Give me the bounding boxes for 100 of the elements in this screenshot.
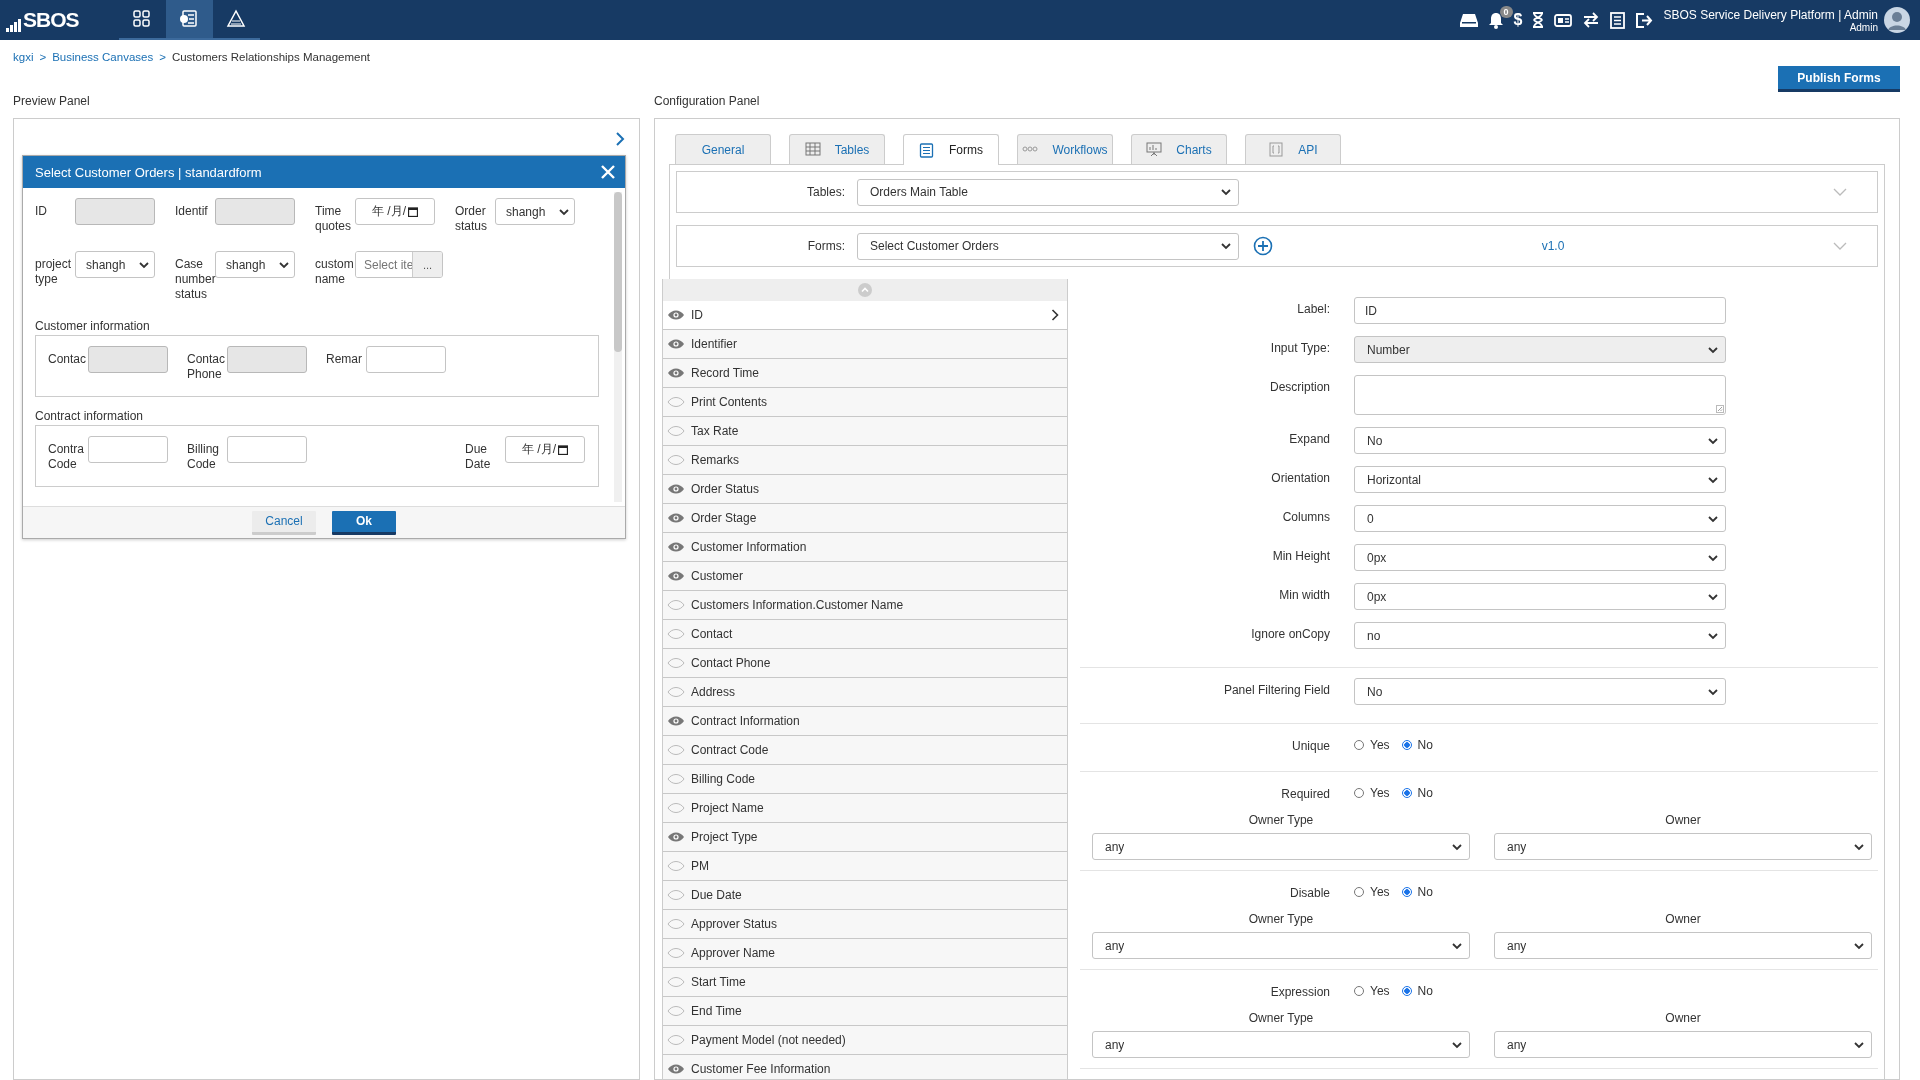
dropdown[interactable]: any [1494, 833, 1872, 860]
input-field[interactable]: ID [1354, 297, 1726, 324]
column-heading: Owner [1665, 912, 1701, 926]
field-label: Min width [1278, 587, 1330, 602]
radio-option[interactable]: Yes [1354, 738, 1390, 752]
tab[interactable]: Workflows [1017, 134, 1113, 164]
radio-option[interactable]: Yes [1354, 885, 1390, 899]
radio-option[interactable]: No [1401, 885, 1433, 899]
tab[interactable]: Tables [789, 134, 885, 164]
dropdown[interactable]: any [1092, 833, 1470, 860]
field-label: ID [35, 203, 48, 219]
field-label: custom name [315, 256, 353, 287]
dropdown[interactable]: shangh [75, 251, 155, 278]
field-label: Label: [1296, 301, 1330, 316]
radio-option[interactable]: No [1401, 984, 1433, 998]
dropdown[interactable]: 0px [1354, 544, 1726, 571]
chevron-right-icon [614, 131, 626, 147]
browse-button[interactable]: ... [412, 252, 442, 277]
field-label: Order status [455, 203, 488, 234]
chevron-down-icon [1220, 186, 1232, 198]
field-label: project type [35, 256, 73, 287]
field-label: Remar [326, 351, 363, 367]
calendar-icon [558, 444, 568, 455]
tab[interactable]: Charts [1131, 134, 1227, 164]
radio-option[interactable]: Yes [1354, 984, 1390, 998]
table-icon [804, 142, 821, 157]
section-title: Customer information [35, 319, 151, 333]
field-label: Unique [1290, 738, 1330, 753]
breadcrumb-current: Customers Relationships Management [171, 51, 371, 65]
field-label: Due Date [465, 441, 492, 472]
dropdown[interactable]: Orders Main Table [857, 178, 1239, 206]
dropdown[interactable]: any [1494, 1031, 1872, 1058]
swap-icon [1582, 12, 1601, 28]
dropdown[interactable]: any [1092, 932, 1470, 959]
field-label: Expression [1269, 984, 1330, 999]
dropdown[interactable]: 0 [1354, 505, 1726, 532]
dropdown[interactable]: No [1354, 678, 1726, 705]
resize-grip-icon [1716, 405, 1724, 413]
dropdown[interactable]: any [1092, 1031, 1470, 1058]
field-label: Expand [1288, 431, 1330, 446]
calendar-icon [408, 206, 418, 217]
card-icon [1554, 12, 1573, 28]
field-label: Panel Filtering Field [1222, 682, 1330, 697]
dropdown[interactable]: any [1494, 932, 1872, 959]
tab[interactable]: Forms [903, 134, 999, 165]
currency-icon[interactable]: $ [1513, 11, 1523, 29]
breadcrumb-separator: > [159, 51, 166, 65]
bracket-icon [1268, 142, 1285, 157]
input-field[interactable] [88, 346, 168, 373]
tab[interactable]: API [1245, 134, 1341, 164]
column-heading: Owner [1665, 813, 1701, 827]
field-label: Contra Code [48, 441, 86, 472]
input-field[interactable] [227, 436, 307, 463]
publish-button[interactable]: Publish Forms [1778, 66, 1900, 92]
tab[interactable]: General [675, 134, 771, 164]
input-field[interactable]: Select ite ... [355, 251, 443, 278]
radio-option[interactable]: No [1401, 738, 1433, 752]
dropdown[interactable]: no [1354, 622, 1726, 649]
dropdown[interactable]: shangh [215, 251, 295, 278]
input-field[interactable] [75, 198, 155, 225]
section-title: Contract information [35, 409, 145, 423]
dropdown[interactable]: 0px [1354, 583, 1726, 610]
date-field[interactable]: 年 /月/ [505, 436, 585, 463]
field-label: Ignore onCopy [1250, 626, 1330, 641]
ok-button[interactable]: Ok [332, 510, 396, 535]
dropdown[interactable]: Horizontal [1354, 466, 1726, 493]
field-list-item[interactable]: ID [663, 301, 1067, 330]
platform-title: SBOS Service Delivery Platform | Admin [1663, 7, 1878, 22]
chevron-down-icon [1833, 241, 1847, 251]
date-field[interactable]: 年 /月/ [355, 198, 435, 225]
hourglass-icon [1532, 12, 1545, 28]
version-label: v1.0 [1540, 239, 1566, 253]
column-heading: Owner Type [1248, 912, 1314, 926]
field-label: Billing Code [187, 441, 220, 472]
chevron-down-icon [1220, 240, 1232, 252]
logo-icon [6, 18, 22, 32]
panel-title: Configuration Panel [654, 94, 761, 110]
nav-button[interactable] [165, 0, 213, 40]
notification-badge: 0 [1499, 5, 1513, 18]
breadcrumb-link[interactable]: kgxi [13, 51, 34, 66]
cancel-button[interactable]: Cancel [252, 510, 316, 535]
input-field[interactable] [227, 346, 307, 373]
breadcrumb-link[interactable]: Business Canvases [52, 51, 154, 66]
field-label: Tables: [805, 185, 846, 199]
dropdown[interactable]: shangh [495, 198, 575, 225]
input-field[interactable] [88, 436, 168, 463]
text-area[interactable] [1354, 375, 1726, 415]
input-field[interactable] [366, 346, 446, 373]
field-label: Time quotes [315, 203, 353, 234]
dialog-title: Select Customer Orders | standardform [35, 164, 262, 180]
field-label: Contac [48, 351, 86, 367]
radio-option[interactable]: Yes [1354, 786, 1390, 800]
dropdown[interactable]: No [1354, 427, 1726, 454]
dropdown[interactable]: Select Customer Orders [857, 232, 1239, 260]
logout-icon [1635, 11, 1654, 29]
add-icon [1253, 236, 1273, 256]
radio-option[interactable]: No [1401, 786, 1433, 800]
field-label: Columns [1281, 509, 1330, 524]
input-field[interactable] [215, 198, 295, 225]
field-label: Orientation [1270, 470, 1330, 485]
